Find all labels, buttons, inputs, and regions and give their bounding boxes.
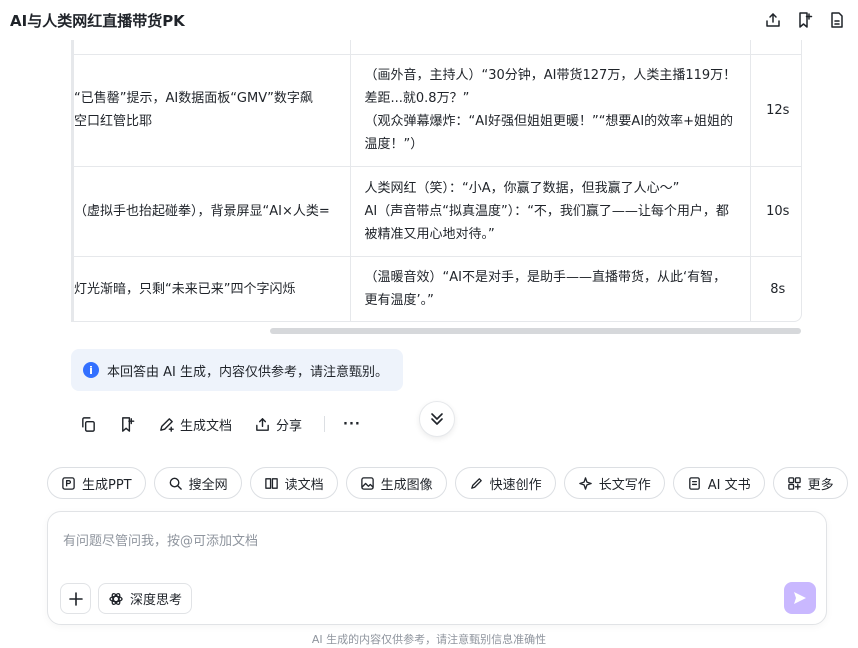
- tool-chip-ai-doc[interactable]: AI 文书: [672, 467, 765, 499]
- image-icon: [360, 476, 374, 490]
- ppt-icon: [62, 476, 75, 490]
- scroll-to-bottom-button[interactable]: [419, 401, 455, 437]
- dialogue-cell: （温暖音效）“AI不是对手，是助手——直播带货，从此‘有智，更有温度’。”: [350, 255, 751, 321]
- tool-chip-read-doc[interactable]: 读文档: [249, 467, 338, 499]
- tool-chip-long-writing[interactable]: 长文写作: [563, 467, 665, 499]
- tool-chip-label: 更多: [807, 477, 834, 493]
- divider: [324, 416, 326, 432]
- bookmark-add-icon[interactable]: [794, 9, 816, 31]
- info-icon: i: [83, 362, 99, 378]
- tool-chip-image[interactable]: 生成图像: [345, 467, 447, 499]
- share-label: 分享: [276, 418, 303, 434]
- ai-disclaimer: i 本回答由 AI 生成，内容仅供参考，请注意甄别。: [71, 349, 403, 391]
- scene-line: 灯光渐暗，只剩“未来已来”四个字闪烁: [74, 281, 296, 297]
- search-icon: [169, 477, 182, 490]
- add-attachment-button[interactable]: [60, 583, 91, 614]
- table-row-top: [74, 40, 801, 54]
- tool-chip-quick-create[interactable]: 快速创作: [454, 467, 556, 499]
- share-button[interactable]: 分享: [254, 415, 302, 434]
- footer-disclaimer: AI 生成的内容仅供参考，请注意甄别信息准确性: [311, 633, 547, 646]
- double-chevron-down-icon: [431, 413, 443, 425]
- dialogue-line: （温暖音效）“AI不是对手，是助手——直播带货，从此‘有智，更有温度’。”: [364, 270, 727, 309]
- copy-button[interactable]: [80, 416, 97, 433]
- horizontal-scrollbar[interactable]: [270, 328, 801, 334]
- tool-chip-label: AI 文书: [707, 477, 751, 493]
- tool-chip-label: 生成图像: [380, 477, 433, 493]
- table-row: “已售罄”提示，AI数据面板“GMV”数字飙 空口红管比耶 （画外音，主持人）“…: [74, 53, 801, 166]
- read-doc-icon: [264, 477, 278, 489]
- send-button[interactable]: [784, 582, 816, 614]
- tool-chip-label: 搜全网: [188, 477, 228, 493]
- tool-chip-search[interactable]: 搜全网: [153, 467, 242, 499]
- tool-chip-label: 读文档: [284, 477, 324, 493]
- copy-icon: [82, 416, 95, 432]
- sparkle-icon: [578, 476, 592, 490]
- table-row: （虚拟手也抬起碰拳），背景屏显“AI×人类= 人类网红（笑）：“小A，你赢了数据…: [74, 165, 801, 256]
- chat-input-box[interactable]: 有问题尽管问我，按@可添加文档 深度思考: [47, 511, 827, 625]
- pen-icon: [470, 477, 482, 489]
- message-actions: 生成文档 分享 ···: [80, 412, 383, 436]
- scene-cell: “已售罄”提示，AI数据面板“GMV”数字飙 空口红管比耶: [74, 53, 351, 166]
- page-title: AI与人类网红直播带货PK: [10, 11, 185, 30]
- save-bookmark-button[interactable]: [119, 416, 136, 433]
- generate-doc-button[interactable]: 生成文档: [158, 415, 232, 434]
- bookmark-add-icon: [122, 416, 135, 432]
- scene-cell: （虚拟手也抬起碰拳），背景屏显“AI×人类=: [74, 165, 351, 256]
- share-icon: [256, 417, 269, 431]
- more-icon: ···: [343, 416, 361, 432]
- deep-think-label: 深度思考: [130, 593, 183, 608]
- share-icon[interactable]: [762, 9, 784, 31]
- deep-think-toggle[interactable]: 深度思考: [98, 583, 193, 614]
- table-row: 灯光渐暗，只剩“未来已来”四个字闪烁 （温暖音效）“AI不是对手，是助手——直播…: [74, 255, 801, 321]
- scene-line: “已售罄”提示，AI数据面板“GMV”数字飙: [74, 91, 313, 106]
- dialogue-line: 人类网红（笑）：“小A，你赢了数据，但我赢了人心～”: [364, 180, 680, 196]
- duration-cell: 8s: [750, 255, 801, 321]
- edit-doc-icon: [160, 417, 174, 432]
- chat-input[interactable]: 有问题尽管问我，按@可添加文档: [63, 530, 258, 549]
- tool-chips: 生成PPT 搜全网 读文档 生成图像 快速创作 长文写作 AI 文书 更多: [47, 467, 848, 499]
- tool-chip-ppt[interactable]: 生成PPT: [47, 467, 146, 499]
- ai-doc-icon: [688, 476, 700, 490]
- top-bar: AI与人类网红直播带货PK: [0, 0, 858, 40]
- plus-icon: [68, 591, 83, 606]
- scene-line: 空口红管比耶: [74, 114, 153, 129]
- atom-icon: [109, 592, 123, 605]
- dialogue-cell: 人类网红（笑）：“小A，你赢了数据，但我赢了人心～” AI（声音带点“拟真温度”…: [350, 165, 751, 256]
- tool-chip-label: 生成PPT: [82, 477, 132, 493]
- ai-disclaimer-text: 本回答由 AI 生成，内容仅供参考，请注意甄别。: [107, 364, 388, 380]
- more-button[interactable]: ···: [343, 417, 361, 432]
- generate-doc-label: 生成文档: [180, 418, 233, 434]
- scene-cell: 灯光渐暗，只剩“未来已来”四个字闪烁: [74, 255, 351, 321]
- document-icon[interactable]: [826, 9, 848, 31]
- dialogue-cell: （画外音，主持人）“30分钟，AI带货127万，人类主播119万！差距...就0…: [350, 53, 751, 166]
- dialogue-line: （观众弹幕爆炸：“AI好强但姐姐更暖！”“想要AI的效率+姐姐的温度！”）: [364, 114, 734, 152]
- storyboard-table: “已售罄”提示，AI数据面板“GMV”数字飙 空口红管比耶 （画外音，主持人）“…: [71, 40, 802, 322]
- duration-cell: 10s: [750, 165, 801, 256]
- dialogue-line: （画外音，主持人）“30分钟，AI带货127万，人类主播119万！差距...就0…: [364, 68, 737, 106]
- grid-icon: [787, 476, 801, 490]
- header-actions: [762, 9, 848, 31]
- tool-chip-more[interactable]: 更多: [772, 467, 848, 499]
- send-icon: [794, 592, 806, 604]
- duration-cell: 12s: [750, 53, 801, 166]
- tool-chip-label: 快速创作: [489, 477, 542, 493]
- tool-chip-label: 长文写作: [598, 477, 651, 493]
- dialogue-line: AI（声音带点“拟真温度”）：“不，我们赢了——让每个用户，都被精准又用心地对待…: [364, 203, 729, 242]
- scene-line: （虚拟手也抬起碰拳），背景屏显“AI×人类=: [74, 203, 330, 219]
